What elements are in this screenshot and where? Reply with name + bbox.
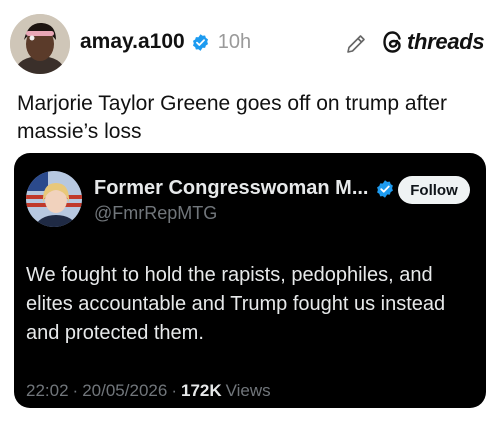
views-label: Views	[225, 381, 271, 400]
threads-logo-icon	[382, 30, 404, 54]
post-header: amay.a100 10h threads	[0, 0, 500, 90]
meta-separator: ·	[171, 381, 177, 400]
avatar-image	[10, 14, 70, 74]
tweet-body: We fought to hold the rapists, pedophile…	[26, 264, 446, 344]
tweet-avatar[interactable]	[26, 171, 82, 227]
follow-button[interactable]: Follow	[398, 176, 470, 204]
username-row: amay.a100 10h	[80, 30, 251, 54]
tweet-name-row: Former Congresswoman M...	[94, 177, 395, 200]
tweet-meta: 22:02 · 20/05/2026 · 172K Views	[26, 381, 271, 401]
tweet-avatar-image	[26, 171, 82, 227]
avatar[interactable]	[10, 14, 70, 74]
views-count: 172K	[180, 381, 222, 400]
threads-brand[interactable]: threads	[382, 29, 485, 55]
meta-separator: ·	[72, 381, 79, 400]
tweet-date: 20/05/2026	[82, 381, 168, 400]
tweet-time: 22:02	[26, 381, 69, 400]
username[interactable]: amay.a100	[80, 30, 185, 54]
verified-badge-icon	[375, 179, 395, 199]
verified-badge-icon	[191, 33, 210, 52]
pencil-icon[interactable]	[344, 32, 368, 56]
threads-wordmark: threads	[407, 29, 485, 54]
tweet-display-name[interactable]: Former Congresswoman M...	[94, 177, 369, 200]
post-time: 10h	[217, 30, 252, 53]
tweet-handle[interactable]: @FmrRepMTG	[94, 203, 217, 224]
post-text: Marjorie Taylor Greene goes off on trump…	[17, 92, 447, 143]
embedded-tweet-card[interactable]: Former Congresswoman M... @FmrRepMTG Fol…	[14, 153, 486, 408]
